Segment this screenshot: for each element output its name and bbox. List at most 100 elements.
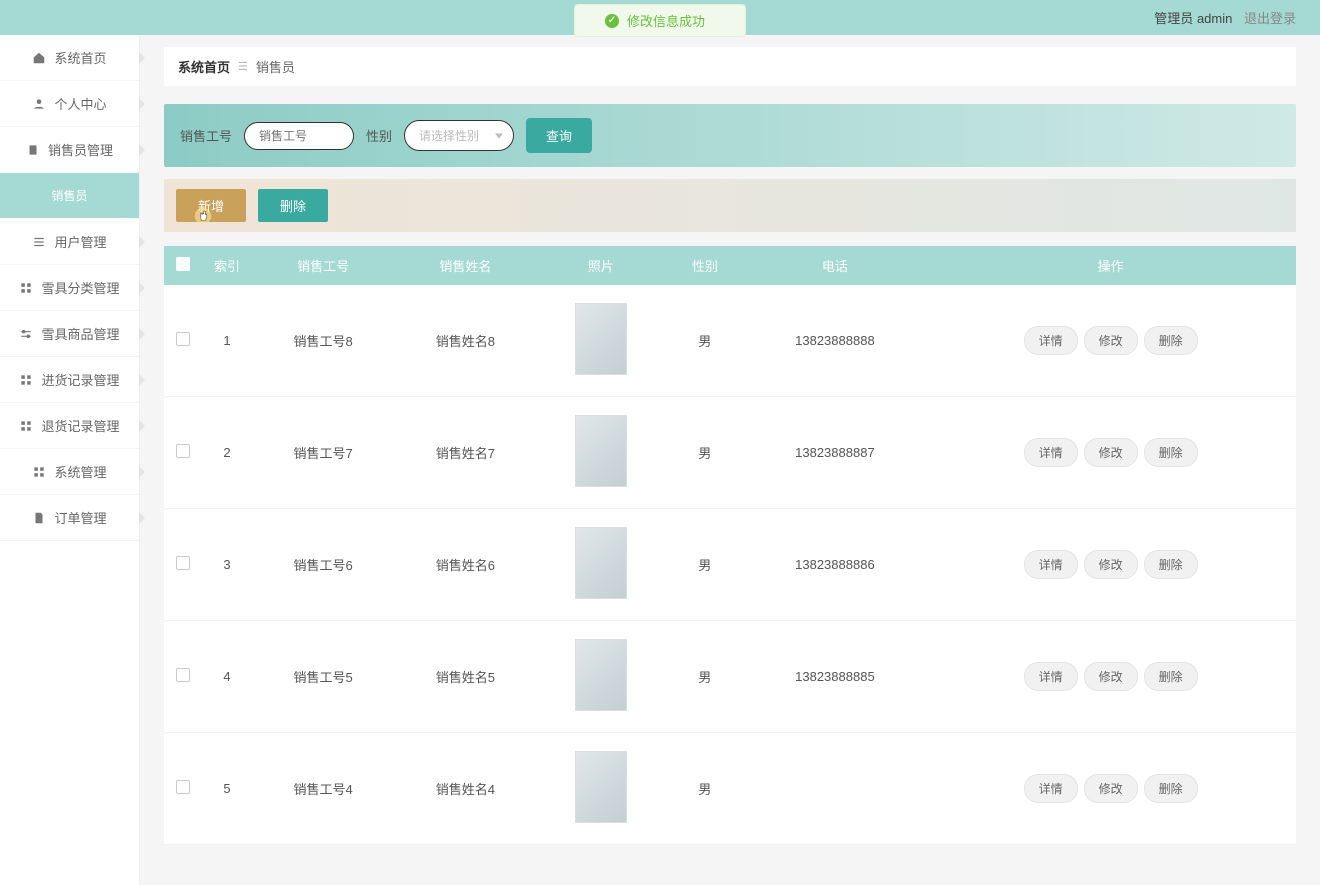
cell-index: 3 [202,509,252,621]
photo-thumbnail[interactable] [575,527,627,599]
row-checkbox[interactable] [176,556,190,570]
edit-button[interactable]: 修改 [1084,550,1138,579]
cell-phone [745,733,926,845]
cell-phone: 13823888885 [745,621,926,733]
sidebar-item-label: 雪具分类管理 [41,278,119,297]
select-all-checkbox[interactable] [176,257,190,271]
top-right-user: 管理员 admin 退出登录 [1154,8,1296,27]
cell-photo [537,397,666,509]
table-row: 3销售工号6销售姓名6男13823888886详情修改删除 [164,509,1296,621]
th-ops: 操作 [925,246,1296,285]
photo-thumbnail[interactable] [575,639,627,711]
add-button[interactable]: 新增 [176,189,246,222]
sidebar-item-8[interactable]: 退货记录管理 [0,403,139,449]
cell-id: 销售工号4 [252,733,394,845]
cell-photo [537,621,666,733]
th-id: 销售工号 [252,246,394,285]
cell-ops: 详情修改删除 [925,397,1296,509]
row-checkbox[interactable] [176,780,190,794]
cell-ops: 详情修改删除 [925,509,1296,621]
edit-button[interactable]: 修改 [1084,326,1138,355]
filter-id-input[interactable] [244,122,354,150]
cell-gender: 男 [665,509,744,621]
table-row: 2销售工号7销售姓名7男13823888887详情修改删除 [164,397,1296,509]
delete-button[interactable]: 删除 [1144,774,1198,803]
user-icon [32,97,46,111]
grid-icon [19,281,33,295]
cell-ops: 详情修改删除 [925,621,1296,733]
sidebar-item-label: 系统首页 [54,48,106,67]
main-content: 系统首页 ☰ 销售员 销售工号 性别 请选择性别 查询 新增 删除 索引 销售工… [140,35,1320,885]
cell-gender: 男 [665,733,744,845]
row-checkbox[interactable] [176,668,190,682]
photo-thumbnail[interactable] [575,751,627,823]
home-icon [32,51,46,65]
detail-button[interactable]: 详情 [1024,662,1078,691]
cell-index: 1 [202,285,252,397]
delete-button[interactable]: 删除 [1144,662,1198,691]
row-checkbox[interactable] [176,444,190,458]
sidebar-item-10[interactable]: 订单管理 [0,495,139,541]
th-phone: 电话 [745,246,926,285]
breadcrumb-home[interactable]: 系统首页 [178,57,230,76]
doc-icon [32,511,46,525]
detail-button[interactable]: 详情 [1024,550,1078,579]
table-row: 5销售工号4销售姓名4男详情修改删除 [164,733,1296,845]
toast-message: 修改信息成功 [627,11,705,30]
delete-button[interactable]: 删除 [1144,438,1198,467]
sidebar-item-6[interactable]: 雪具商品管理 [0,311,139,357]
sidebar-item-label: 进货记录管理 [41,370,119,389]
cell-photo [537,733,666,845]
sidebar-item-2[interactable]: 销售员管理 [0,127,139,173]
row-checkbox[interactable] [176,332,190,346]
detail-button[interactable]: 详情 [1024,326,1078,355]
filter-id-label: 销售工号 [180,126,232,145]
delete-button[interactable]: 删除 [1144,326,1198,355]
username-label: admin [1197,11,1232,26]
photo-thumbnail[interactable] [575,303,627,375]
sidebar-item-4[interactable]: 用户管理 [0,219,139,265]
data-table: 索引 销售工号 销售姓名 照片 性别 电话 操作 1销售工号8销售姓名8男138… [164,246,1296,845]
topbar: ✓ 修改信息成功 管理员 admin 退出登录 [0,0,1320,35]
cell-name: 销售姓名8 [394,285,536,397]
edit-button[interactable]: 修改 [1084,774,1138,803]
query-button[interactable]: 查询 [526,118,592,153]
sidebar-item-0[interactable]: 系统首页 [0,35,139,81]
th-name: 销售姓名 [394,246,536,285]
breadcrumb-current: 销售员 [256,57,295,76]
photo-thumbnail[interactable] [575,415,627,487]
filter-bar: 销售工号 性别 请选择性别 查询 [164,104,1296,167]
sidebar-item-7[interactable]: 进货记录管理 [0,357,139,403]
cell-photo [537,509,666,621]
sidebar-item-3[interactable]: 销售员 [0,173,139,219]
sidebar-item-9[interactable]: 系统管理 [0,449,139,495]
cell-phone: 13823888888 [745,285,926,397]
cell-id: 销售工号8 [252,285,394,397]
grid-icon [32,465,46,479]
cell-name: 销售姓名5 [394,621,536,733]
filter-gender-select[interactable]: 请选择性别 [404,120,514,151]
filter-gender-label: 性别 [366,126,392,145]
sidebar-item-5[interactable]: 雪具分类管理 [0,265,139,311]
role-label: 管理员 [1154,11,1193,26]
edit-button[interactable]: 修改 [1084,438,1138,467]
cell-index: 4 [202,621,252,733]
sidebar-item-1[interactable]: 个人中心 [0,81,139,127]
logout-link[interactable]: 退出登录 [1244,11,1296,26]
table-row: 1销售工号8销售姓名8男13823888888详情修改删除 [164,285,1296,397]
cell-name: 销售姓名7 [394,397,536,509]
bulk-delete-button[interactable]: 删除 [258,189,328,222]
sidebar-item-label: 个人中心 [54,94,106,113]
detail-button[interactable]: 详情 [1024,438,1078,467]
cell-ops: 详情修改删除 [925,285,1296,397]
th-gender: 性别 [665,246,744,285]
detail-button[interactable]: 详情 [1024,774,1078,803]
cell-gender: 男 [665,397,744,509]
sidebar-item-label: 系统管理 [54,462,106,481]
edit-button[interactable]: 修改 [1084,662,1138,691]
cell-name: 销售姓名4 [394,733,536,845]
delete-button[interactable]: 删除 [1144,550,1198,579]
action-bar: 新增 删除 [164,179,1296,232]
sidebar-item-label: 销售员 [51,187,87,204]
success-toast: ✓ 修改信息成功 [574,4,746,37]
